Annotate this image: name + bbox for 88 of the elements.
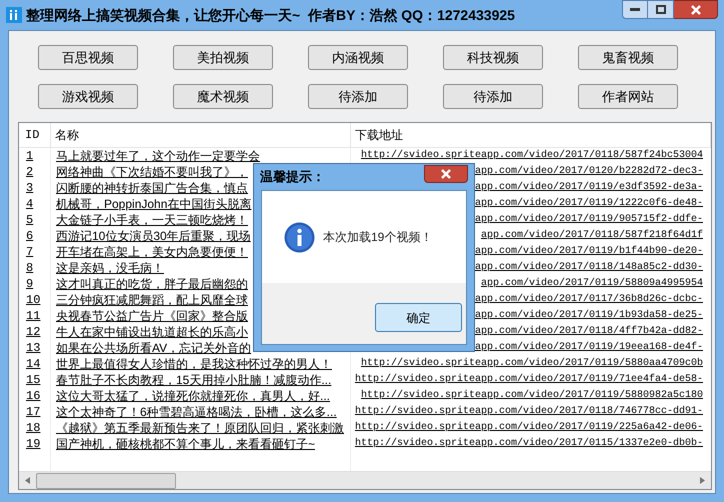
video-title-link[interactable]: 闪断腰的神转折泰国广告合集，慎点 (51, 180, 248, 196)
category-button[interactable]: 鬼畜视频 (578, 45, 678, 70)
video-title-link[interactable]: 马上就要过年了，这个动作一定要学会 (51, 148, 260, 164)
video-title-link[interactable]: 《越狱》第五季最新预告来了！原团队回归，紧张刺激 (51, 420, 344, 436)
download-link[interactable]: http://svideo.spriteapp.com/video/2017/0119/5880aa4709c0b (360, 356, 711, 372)
video-title-link[interactable]: 如果在公共场所看AV，忘记关外音的 (51, 340, 252, 356)
window-title: 整理网络上搞笑视频合集，让您开心每一天~ 作者BY：浩然 QQ：1272433925 (26, 6, 515, 25)
download-link[interactable]: app.com/video/2017/0119/1222c0f6-de48- (474, 196, 711, 212)
download-link[interactable]: app.com/video/2017/0119/58809a4995954 (480, 276, 711, 292)
row-id-link[interactable]: 17 (19, 404, 40, 420)
category-button[interactable]: 魔术视频 (173, 84, 273, 109)
row-id-link[interactable]: 11 (19, 308, 40, 324)
close-button[interactable] (674, 0, 718, 19)
row-id-link[interactable]: 6 (19, 228, 34, 244)
download-link[interactable]: app.com/video/2017/0119/b1f44b90-de20- (474, 244, 711, 260)
row-id-link[interactable]: 19 (19, 436, 40, 452)
download-link[interactable]: app.com/video/2017/0119/1b93da58-de25- (474, 308, 711, 324)
video-title-link[interactable]: 春节肚子不长肉教程，15天用掉小肚腩！减腹动作... (51, 372, 332, 388)
dialog-close-button[interactable] (424, 165, 468, 183)
download-link[interactable]: app.com/video/2017/0119/19eea168-de4f- (474, 340, 711, 356)
video-title-link[interactable]: 牛人在家中铺设出轨道超长的乐高小 (51, 324, 248, 340)
row-id-link[interactable]: 3 (19, 180, 34, 196)
row-id-link[interactable]: 8 (19, 260, 34, 276)
download-link[interactable]: app.com/video/2017/0119/e3df3592-de3a- (474, 180, 711, 196)
column-header[interactable]: 下载地址 (351, 126, 403, 144)
row-id-link[interactable]: 9 (19, 276, 34, 292)
category-button[interactable]: 美拍视频 (173, 45, 273, 70)
download-link[interactable]: http://svideo.spriteapp.com/video/2017/0115/1337e2e0-db0b- (354, 436, 711, 452)
video-title-link[interactable]: 这是亲妈，没毛病！ (51, 260, 164, 276)
close-icon (441, 169, 451, 179)
row-id-link[interactable]: 18 (19, 420, 40, 436)
download-link[interactable]: http://svideo.spriteapp.com/video/2017/0119/225a6a42-de06- (354, 420, 711, 436)
video-title-link[interactable]: 世界上最值得女人珍惜的，是我这种怀过孕的男人！ (51, 356, 332, 372)
category-button[interactable]: 游戏视频 (38, 84, 138, 109)
scrollbar-thumb[interactable] (36, 472, 176, 488)
app-icon (6, 7, 22, 23)
row-id-link[interactable]: 15 (19, 372, 40, 388)
dialog-title: 温馨提示： (260, 168, 325, 186)
row-id-link[interactable]: 7 (19, 244, 34, 260)
info-icon (284, 222, 315, 252)
download-link[interactable]: app.com/video/2017/0119/905715f2-ddfe- (474, 212, 711, 228)
download-link[interactable]: http://svideo.spriteapp.com/video/2017/0118/587f24bc53004 (360, 148, 711, 164)
row-id-link[interactable]: 5 (19, 212, 34, 228)
download-link[interactable]: http://svideo.spriteapp.com/video/2017/0118/746778cc-dd91- (354, 404, 711, 420)
video-title-link[interactable]: 机械哥，PoppinJohn在中国街头脱离 (51, 196, 252, 212)
scroll-right-icon[interactable] (700, 477, 705, 484)
download-link[interactable]: app.com/video/2017/0118/587f218f64d1f (480, 228, 711, 244)
download-link[interactable]: app.com/video/2017/0118/4ff7b42a-dd82- (474, 324, 711, 340)
category-button[interactable]: 科技视频 (443, 45, 543, 70)
row-id-link[interactable]: 2 (19, 164, 34, 180)
video-title-link[interactable]: 西游记10位女演员30年后重聚，现场 (51, 228, 251, 244)
category-button[interactable]: 待添加 (308, 84, 408, 109)
category-button[interactable]: 百思视频 (38, 45, 138, 70)
video-title-link[interactable]: 三分钟疯狂减肥舞蹈，配上风靡全球 (51, 292, 248, 308)
row-id-link[interactable]: 4 (19, 196, 34, 212)
ok-button[interactable]: 确定 (375, 303, 462, 332)
row-id-link[interactable]: 10 (19, 292, 40, 308)
close-icon (690, 4, 700, 14)
video-title-link[interactable]: 大金链子小手表，一天三顿吃烧烤！ (51, 212, 248, 228)
video-title-link[interactable]: 国产神机，砸核桃都不算个事儿，来看看砸钉子~ (51, 436, 316, 452)
category-button[interactable]: 待添加 (443, 84, 543, 109)
video-title-link[interactable]: 网络神曲《下次结婚不要叫我了》， (51, 164, 248, 180)
dialog-message: 本次加载19个视频！ (323, 229, 432, 246)
video-title-link[interactable]: 这位大哥太猛了，说撞死你就撞死你，真男人，好... (51, 388, 330, 404)
horizontal-scrollbar[interactable] (19, 471, 711, 489)
row-id-link[interactable]: 16 (19, 388, 40, 404)
download-link[interactable]: app.com/video/2017/0120/b2282d72-dec3- (474, 164, 711, 180)
column-header[interactable]: 名称 (51, 126, 79, 144)
column-header[interactable]: ID (19, 126, 40, 144)
category-button[interactable]: 作者网站 (578, 84, 678, 109)
maximize-button[interactable] (648, 0, 674, 19)
scroll-left-icon[interactable] (25, 477, 30, 484)
maximize-icon (656, 5, 666, 14)
download-link[interactable]: http://svideo.spriteapp.com/video/2017/0119/5880982a5c180 (360, 388, 711, 404)
minimize-icon (630, 8, 640, 11)
video-title-link[interactable]: 这才叫真正的吃货，胖子最后幽怨的 (51, 276, 248, 292)
minimize-button[interactable] (622, 0, 648, 19)
row-id-link[interactable]: 1 (19, 148, 34, 164)
row-id-link[interactable]: 12 (19, 324, 40, 340)
video-title-link[interactable]: 这个太神奇了！6种雪碧高逼格喝法，卧槽，这么多... (51, 404, 337, 420)
download-link[interactable]: http://svideo.spriteapp.com/video/2017/0119/71ee4fa4-de58- (354, 372, 711, 388)
row-id-link[interactable]: 13 (19, 340, 40, 356)
download-link[interactable]: app.com/video/2017/0118/148a85c2-dd30- (474, 260, 711, 276)
video-title-link[interactable]: 开车堵在高架上，美女内急要便便！ (51, 244, 248, 260)
download-link[interactable]: app.com/video/2017/0117/36b8d26c-dcbc- (474, 292, 711, 308)
video-title-link[interactable]: 央视春节公益广告片《回家》整合版 (51, 308, 248, 324)
category-button[interactable]: 内涵视频 (308, 45, 408, 70)
row-id-link[interactable]: 14 (19, 356, 40, 372)
